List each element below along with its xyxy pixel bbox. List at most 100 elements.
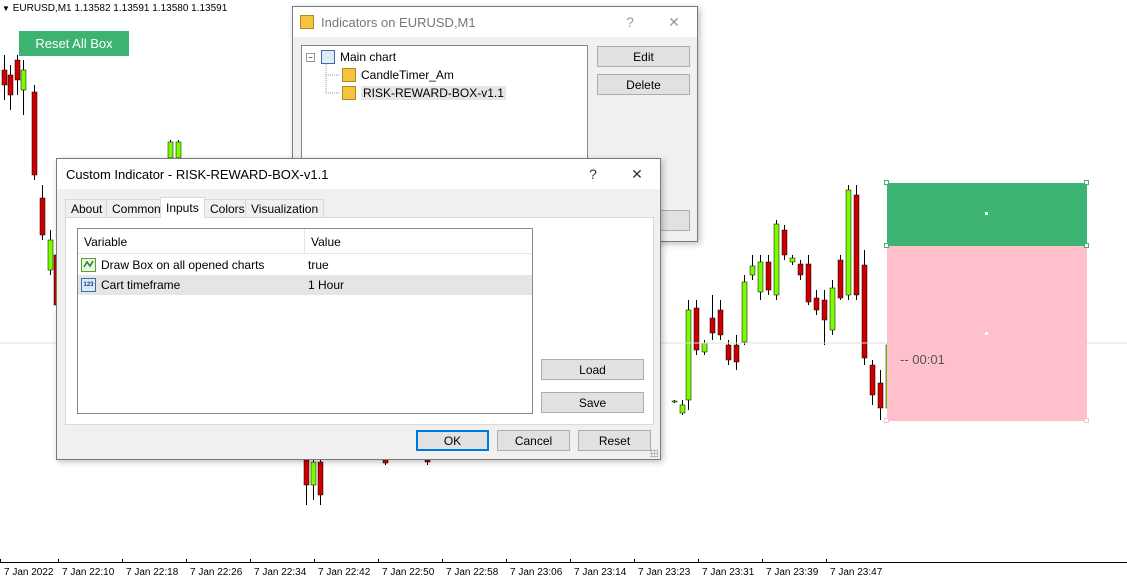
symbol-info: ▼ EURUSD,M1 1.13582 1.13591 1.13580 1.13… (2, 3, 227, 14)
bearish-candle (869, 360, 876, 405)
cancel-button[interactable]: Cancel (497, 430, 570, 451)
symbol-quote: EURUSD,M1 1.13582 1.13591 1.13580 1.1359… (12, 3, 228, 14)
box-handle-mid-right[interactable] (1084, 243, 1089, 248)
time-axis-tick (506, 559, 507, 563)
row-value-cell[interactable]: true (308, 258, 329, 272)
time-axis-tick (378, 559, 379, 563)
bullish-candle (829, 280, 836, 335)
row-variable-cell[interactable]: 123 Cart timeframe (81, 278, 180, 292)
close-icon[interactable]: ✕ (622, 164, 652, 184)
header-divider[interactable] (304, 229, 305, 254)
tab-colors[interactable]: Colors (204, 199, 251, 217)
header-value[interactable]: Value (311, 235, 341, 249)
bearish-candle (813, 290, 820, 315)
edit-button[interactable]: Edit (597, 46, 690, 67)
bearish-candle (317, 455, 324, 505)
bearish-candle (14, 55, 21, 95)
tab-visualization[interactable]: Visualization (245, 199, 325, 217)
time-axis-tick (634, 559, 635, 563)
load-button[interactable]: Load (541, 359, 644, 380)
bearish-candle (853, 185, 860, 300)
bearish-candle (781, 225, 788, 260)
dialog-title-bar[interactable]: Custom Indicator - RISK-REWARD-BOX-v1.1 … (57, 159, 660, 189)
custom-indicator-dialog[interactable]: Custom Indicator - RISK-REWARD-BOX-v1.1 … (56, 158, 661, 460)
time-axis-tick (250, 559, 251, 563)
bearish-candle (31, 85, 38, 180)
time-axis-label: 7 Jan 23:06 (510, 567, 563, 578)
box-handle-center-top[interactable] (985, 212, 988, 215)
tree-item-risk-reward-box[interactable]: RISK-REWARD-BOX-v1.1 (342, 84, 506, 102)
bullish-candle (671, 400, 678, 403)
tab-about[interactable]: About (65, 199, 109, 217)
bearish-candle (1, 55, 8, 100)
time-axis-tick (698, 559, 699, 563)
indicators-window-title: Indicators on EURUSD,M1 (321, 15, 476, 30)
bullish-candle (741, 275, 748, 345)
time-axis-tick (570, 559, 571, 563)
time-axis-label: 7 Jan 2022 (4, 567, 54, 578)
row-variable-cell[interactable]: Draw Box on all opened charts (81, 258, 264, 272)
grid-header: Variable Value (78, 229, 532, 254)
reset-button[interactable]: Reset (578, 430, 651, 451)
bearish-candle (797, 260, 804, 280)
time-axis-label: 7 Jan 22:58 (446, 567, 499, 578)
tab-common[interactable]: Common (106, 199, 167, 217)
boolean-icon (81, 258, 96, 272)
bullish-candle (749, 255, 756, 280)
box-handle-mid-left[interactable] (884, 243, 889, 248)
table-row[interactable]: Draw Box on all opened charts true (78, 255, 532, 275)
help-icon[interactable]: ? (615, 12, 645, 32)
row-value-cell[interactable]: 1 Hour (308, 278, 344, 292)
ok-button[interactable]: OK (416, 430, 489, 451)
bullish-candle (47, 230, 54, 275)
time-axis-tick (442, 559, 443, 563)
indicators-title-bar[interactable]: Indicators on EURUSD,M1 ? ✕ (293, 7, 697, 37)
time-axis-tick (0, 559, 1, 563)
time-axis-tick (58, 559, 59, 563)
time-axis-label: 7 Jan 23:23 (638, 567, 691, 578)
variable-name: Cart timeframe (101, 278, 181, 292)
bearish-candle (693, 300, 700, 355)
candle-timer: -- 00:01 (900, 352, 945, 367)
window-app-icon (300, 15, 314, 29)
time-axis-label: 7 Jan 23:14 (574, 567, 627, 578)
bullish-candle (757, 255, 764, 300)
bearish-candle (7, 65, 14, 110)
bearish-candle (861, 250, 868, 365)
time-axis-tick (762, 559, 763, 563)
tree-item-label: CandleTimer_Am (361, 68, 454, 82)
box-handle-center-bottom[interactable] (985, 332, 988, 335)
inputs-grid[interactable]: Variable Value Draw Box on all opened ch… (77, 228, 533, 414)
close-icon[interactable]: ✕ (659, 12, 689, 32)
bullish-candle (845, 185, 852, 300)
table-row[interactable]: 123 Cart timeframe 1 Hour (78, 275, 532, 295)
bearish-candle (39, 185, 46, 240)
bearish-candle (303, 455, 310, 505)
reset-all-box-button[interactable]: Reset All Box (19, 31, 129, 56)
time-axis-label: 7 Jan 22:10 (62, 567, 115, 578)
box-handle-top-right[interactable] (1084, 180, 1089, 185)
box-handle-bottom-right[interactable] (1084, 418, 1089, 423)
box-handle-top-left[interactable] (884, 180, 889, 185)
bearish-candle (725, 340, 732, 365)
time-axis-label: 7 Jan 23:47 (830, 567, 883, 578)
time-axis-tick (186, 559, 187, 563)
tree-item-label: RISK-REWARD-BOX-v1.1 (361, 86, 506, 100)
variable-name: Draw Box on all opened charts (101, 258, 265, 272)
bullish-candle (310, 455, 317, 500)
bearish-candle (805, 255, 812, 305)
bearish-candle (709, 295, 716, 340)
box-handle-bottom-left[interactable] (884, 418, 889, 423)
time-axis-label: 7 Jan 23:31 (702, 567, 755, 578)
help-icon[interactable]: ? (578, 164, 608, 184)
header-variable[interactable]: Variable (84, 235, 127, 249)
bearish-candle (877, 370, 884, 420)
time-axis-label: 7 Jan 22:26 (190, 567, 243, 578)
save-button[interactable]: Save (541, 392, 644, 413)
bullish-candle (167, 140, 174, 160)
delete-button[interactable]: Delete (597, 74, 690, 95)
bullish-candle (789, 255, 796, 265)
resize-grip[interactable] (650, 449, 658, 457)
tab-inputs[interactable]: Inputs (160, 197, 205, 218)
dropdown-triangle-icon[interactable]: ▼ (2, 4, 10, 13)
